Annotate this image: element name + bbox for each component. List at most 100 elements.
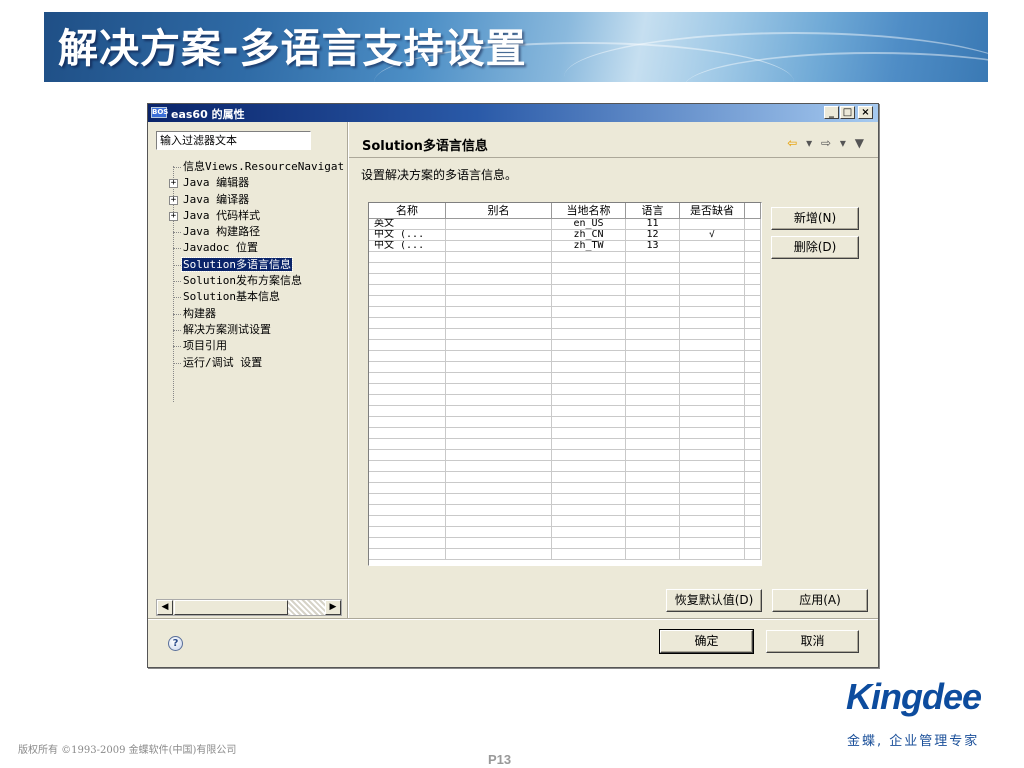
column-header-alias[interactable]: 别名: [446, 203, 552, 218]
table-cell: [745, 406, 761, 416]
column-header-default[interactable]: 是否缺省: [680, 203, 745, 218]
table-cell: [446, 538, 552, 548]
restore-defaults-button[interactable]: 恢复默认值(D): [666, 589, 762, 612]
table-row[interactable]: [369, 439, 761, 450]
table-row[interactable]: [369, 505, 761, 516]
tree-item-label: 运行/调试 设置: [183, 355, 263, 369]
table-row[interactable]: 中文 (... zh_TW 13: [369, 241, 761, 252]
table-row[interactable]: [369, 450, 761, 461]
tree-item[interactable]: Solution基本信息: [166, 289, 346, 305]
table-row[interactable]: [369, 417, 761, 428]
scroll-thumb[interactable]: [174, 600, 288, 615]
page-header: Solution多语言信息 ⇦ ▾ ⇨ ▾ ▼: [349, 122, 878, 158]
close-button[interactable]: ×: [858, 106, 873, 119]
tree-item[interactable]: Solution多语言信息: [166, 256, 346, 273]
table-cell: [626, 395, 680, 405]
table-cell: [626, 549, 680, 559]
table-row[interactable]: [369, 329, 761, 340]
title-bar[interactable]: BOS eas60 的属性 _ □ ×: [148, 104, 878, 122]
delete-button[interactable]: 删除(D): [771, 236, 859, 259]
help-icon[interactable]: ?: [168, 636, 183, 651]
tree-item[interactable]: 项目引用: [166, 338, 346, 354]
expand-icon[interactable]: +: [169, 179, 178, 189]
tree-item[interactable]: Java 构建路径: [166, 224, 346, 240]
table-row[interactable]: [369, 472, 761, 483]
table-cell: [745, 395, 761, 405]
table-row[interactable]: [369, 274, 761, 285]
pane-splitter[interactable]: [347, 122, 349, 618]
table-cell: [745, 472, 761, 482]
table-row[interactable]: [369, 395, 761, 406]
table-row[interactable]: [369, 494, 761, 505]
tree-item[interactable]: Solution发布方案信息: [166, 273, 346, 289]
table-cell: [745, 461, 761, 471]
scroll-left-icon[interactable]: ◀: [157, 600, 173, 615]
column-header-language[interactable]: 语言: [626, 203, 680, 218]
tree-item[interactable]: 构建器: [166, 306, 346, 322]
table-row[interactable]: [369, 252, 761, 263]
table-cell: 11: [626, 219, 680, 229]
table-row[interactable]: [369, 428, 761, 439]
table-row[interactable]: [369, 516, 761, 527]
table-row[interactable]: [369, 538, 761, 549]
table-cell: [626, 285, 680, 295]
tree-item[interactable]: + Java 编辑器: [166, 175, 346, 191]
forward-arrow-icon[interactable]: ⇨: [821, 136, 831, 150]
scroll-track[interactable]: [288, 600, 325, 615]
table-cell: [680, 428, 745, 438]
table-row[interactable]: [369, 406, 761, 417]
tree-item[interactable]: + Java 代码样式: [166, 208, 346, 224]
table-row[interactable]: [369, 362, 761, 373]
back-arrow-icon[interactable]: ⇦: [787, 136, 797, 150]
table-row[interactable]: 英文 en_US 11: [369, 219, 761, 230]
table-row[interactable]: [369, 549, 761, 560]
table-cell: [552, 395, 626, 405]
table-cell: [745, 549, 761, 559]
filter-input[interactable]: 输入过滤器文本: [156, 131, 311, 150]
tree-item[interactable]: 信息Views.ResourceNavigat: [166, 159, 346, 175]
tree-item-label: Solution发布方案信息: [183, 274, 302, 288]
column-header-name[interactable]: 名称: [369, 203, 446, 218]
cancel-button[interactable]: 取消: [766, 630, 859, 653]
table-cell: [626, 483, 680, 493]
tree-item[interactable]: + Java 编译器: [166, 192, 346, 208]
language-table[interactable]: 名称 别名 当地名称 语言 是否缺省 英文 en_US 11 中文 (... zh_CN…: [368, 202, 762, 566]
table-row[interactable]: [369, 307, 761, 318]
table-row[interactable]: [369, 483, 761, 494]
maximize-button[interactable]: □: [840, 106, 855, 119]
column-header-local-name[interactable]: 当地名称: [552, 203, 626, 218]
table-row[interactable]: [369, 285, 761, 296]
table-row[interactable]: [369, 373, 761, 384]
forward-menu-icon[interactable]: ▾: [840, 136, 846, 150]
table-row[interactable]: [369, 296, 761, 307]
tree-item[interactable]: Javadoc 位置: [166, 240, 346, 256]
ok-button[interactable]: 确定: [659, 629, 754, 654]
table-cell: [369, 549, 446, 559]
tree-item[interactable]: 运行/调试 设置: [166, 355, 346, 371]
tree-connector: [173, 264, 181, 266]
table-row[interactable]: [369, 318, 761, 329]
tree-item[interactable]: 解决方案测试设置: [166, 322, 346, 338]
minimize-button[interactable]: _: [824, 106, 839, 119]
table-row[interactable]: [369, 351, 761, 362]
table-row[interactable]: [369, 384, 761, 395]
back-menu-icon[interactable]: ▾: [806, 136, 812, 150]
scroll-right-icon[interactable]: ▶: [325, 600, 341, 615]
table-cell: [552, 252, 626, 262]
table-row[interactable]: [369, 340, 761, 351]
tree-horizontal-scrollbar[interactable]: ◀ ▶: [156, 599, 342, 616]
table-row[interactable]: [369, 263, 761, 274]
table-cell: zh_TW: [552, 241, 626, 251]
expand-icon[interactable]: +: [169, 195, 178, 205]
table-row[interactable]: 中文 (... zh_CN 12 √: [369, 230, 761, 241]
table-row[interactable]: [369, 527, 761, 538]
expand-icon[interactable]: +: [169, 211, 178, 221]
apply-button[interactable]: 应用(A): [772, 589, 868, 612]
view-menu-icon[interactable]: ▼: [855, 136, 864, 150]
table-cell: [745, 428, 761, 438]
table-row[interactable]: [369, 461, 761, 472]
add-button[interactable]: 新增(N): [771, 207, 859, 230]
tree-item-label: Java 代码样式: [183, 208, 261, 222]
table-cell: [369, 384, 446, 394]
table-cell: [745, 439, 761, 449]
